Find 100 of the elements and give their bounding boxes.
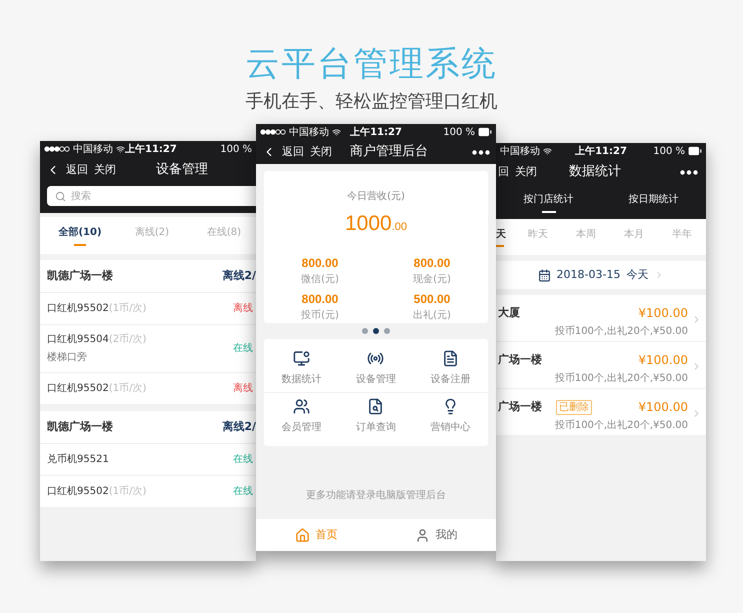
period-tab[interactable]: 本周 — [562, 219, 610, 255]
carrier-text: 中国移动 — [73, 142, 113, 156]
revenue-label: 今日营收(元) — [347, 190, 405, 204]
filter-tab[interactable]: 在线(8) — [184, 217, 256, 254]
battery-text: 100 % — [220, 142, 252, 156]
stat-value: 800.00 — [302, 290, 338, 308]
stats-tab[interactable]: 按门店统计 — [496, 185, 601, 219]
day-text: 今天 — [626, 266, 648, 283]
menu-item[interactable]: 设备管理 — [338, 345, 414, 393]
store-name: 大厦 — [498, 304, 520, 321]
back-link[interactable]: 返回 — [282, 144, 304, 160]
signal-icon — [260, 129, 286, 135]
nav-title: 数据统计 — [569, 163, 621, 182]
menu-item[interactable]: 数据统计 — [264, 345, 339, 393]
more-icon[interactable] — [680, 170, 698, 174]
battery-text: 100 % — [653, 144, 685, 158]
device-name: 兑币机95521 — [47, 452, 109, 467]
store-name: 凯德广场一楼 — [47, 418, 113, 435]
device-status: 在线 — [233, 484, 253, 499]
status-time: 上午11:27 — [125, 142, 177, 156]
search-field[interactable]: 搜索 — [47, 186, 256, 206]
device-rate: (1币/次) — [108, 382, 146, 396]
store-name: 广场一楼 — [498, 352, 542, 368]
device-name: 口红机95502 — [47, 484, 109, 499]
battery-icon — [478, 125, 492, 139]
store-name: 凯德广场一楼 — [47, 268, 113, 284]
date-text: 2018-03-15 — [556, 266, 620, 283]
device-rate: (2币/次) — [108, 332, 146, 347]
stat-label: 出礼(元) — [413, 308, 451, 322]
stat-label: 现金(元) — [413, 272, 451, 286]
date-selector[interactable]: 2018-03-15 今天 — [496, 261, 706, 289]
carrier-text: 中国移动 — [289, 126, 329, 140]
device-rate: (1币/次) — [108, 302, 146, 316]
more-icon[interactable] — [472, 150, 490, 154]
stat-label: 微信(元) — [301, 272, 339, 286]
users-icon — [292, 398, 310, 415]
stats-tab[interactable]: 按日期统计 — [601, 185, 706, 219]
page-title: 云平台管理系统 — [246, 44, 498, 84]
footer-note: 更多功能请登录电脑版管理后台 — [306, 488, 446, 503]
device-status: 离线 — [233, 382, 253, 396]
period-tab[interactable]: 昨天 — [514, 219, 562, 255]
filter-tab[interactable]: 离线(2) — [112, 217, 184, 254]
menu-item[interactable]: 会员管理 — [264, 393, 339, 440]
store-amount: ¥100.00 — [638, 399, 688, 416]
filter-tab[interactable]: 全部(10) — [40, 217, 112, 254]
signal-tower-icon — [367, 350, 384, 367]
menu-item[interactable]: 营销中心 — [413, 393, 488, 440]
device-name: 口红机95502 — [47, 302, 109, 316]
device-status: 离线 — [233, 302, 253, 316]
store-amount: ¥100.00 — [638, 305, 688, 322]
offline-summary: 离线2/ — [222, 268, 256, 284]
stat-value: 800.00 — [414, 254, 450, 272]
wifi-icon — [543, 146, 552, 156]
store-detail: 投币100个,出礼20个,¥50.00 — [554, 324, 688, 339]
search-icon — [55, 190, 66, 202]
nav-title: 设备管理 — [156, 161, 208, 180]
offline-summary: 离线2/ — [222, 418, 256, 435]
menu-item[interactable]: 订单查询 — [338, 393, 414, 440]
calendar-icon — [538, 268, 551, 282]
stat-label: 投币(元) — [301, 308, 339, 322]
close-link[interactable]: 关闭 — [310, 144, 332, 160]
status-time: 上午11:27 — [350, 126, 402, 140]
search-placeholder: 搜索 — [71, 190, 91, 204]
home-icon — [294, 528, 310, 542]
carrier-text: 中国移动 — [500, 144, 540, 158]
signal-icon — [44, 146, 70, 152]
monitor-icon — [292, 350, 310, 367]
device-rate: (1币/次) — [108, 484, 146, 499]
device-name: 口红机95502 — [47, 382, 109, 396]
document-icon — [442, 350, 460, 367]
device-location: 楼梯口旁 — [47, 350, 88, 365]
stat-value: 800.00 — [302, 254, 338, 272]
bottom-tab[interactable]: 首页 — [256, 526, 376, 544]
revenue-amount: 1000.00 — [344, 211, 407, 237]
menu-item[interactable]: 设备注册 — [413, 345, 488, 393]
document-search-icon — [367, 398, 384, 415]
nav-title: 商户管理后台 — [350, 143, 428, 162]
close-link[interactable]: 关闭 — [94, 162, 116, 178]
battery-icon — [688, 144, 702, 158]
period-tab[interactable]: 半年 — [658, 219, 706, 255]
device-name: 口红机95504 — [47, 332, 109, 347]
page-subtitle: 手机在手、轻松监控管理口红机 — [246, 90, 498, 114]
back-link[interactable]: 返回 — [66, 162, 88, 178]
wifi-icon — [332, 128, 341, 136]
battery-text: 100 % — [443, 126, 475, 140]
wifi-icon — [116, 144, 125, 154]
back-link[interactable]: 回 — [498, 164, 509, 180]
stat-value: 500.00 — [414, 290, 450, 308]
device-status: 在线 — [233, 452, 253, 467]
close-link[interactable]: 关闭 — [515, 164, 537, 180]
period-tab[interactable]: 本月 — [610, 219, 658, 255]
deleted-tag: 已删除 — [556, 400, 592, 414]
store-detail: 投币100个,出礼20个,¥50.00 — [554, 418, 688, 433]
store-amount: ¥100.00 — [638, 352, 688, 369]
device-status: 在线 — [233, 342, 253, 356]
period-tab[interactable]: 天 — [496, 219, 514, 255]
status-time: 上午11:27 — [575, 144, 627, 158]
bottom-tab[interactable]: 我的 — [376, 526, 496, 544]
store-detail: 投币100个,出礼20个,¥50.00 — [554, 372, 688, 386]
store-name: 广场一楼 — [498, 398, 542, 415]
